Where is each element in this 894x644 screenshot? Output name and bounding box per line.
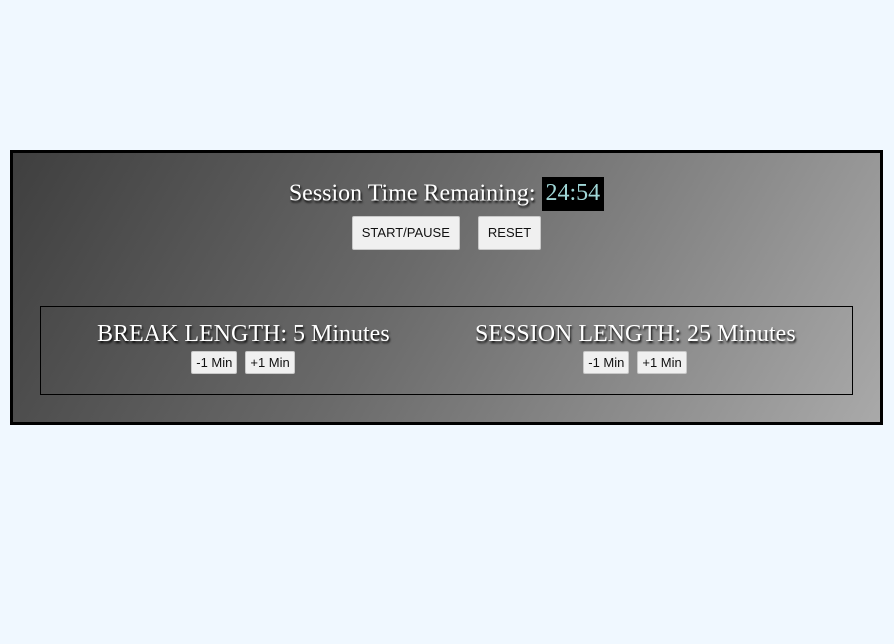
session-length-title: SESSION LENGTH: 25 Minutes <box>475 321 796 347</box>
session-length-buttons: -1 Min +1 Min <box>475 351 795 374</box>
reset-button[interactable]: RESET <box>477 216 542 250</box>
break-decrement-button[interactable]: -1 Min <box>191 351 238 374</box>
break-length-title: BREAK LENGTH: 5 Minutes <box>97 321 390 347</box>
length-settings-box: BREAK LENGTH: 5 Minutes -1 Min +1 Min SE… <box>40 306 853 395</box>
break-length-block: BREAK LENGTH: 5 Minutes -1 Min +1 Min <box>97 321 390 374</box>
timer-controls: START/PAUSE RESET <box>13 216 880 250</box>
pomodoro-timer-panel: Session Time Remaining: 24:54 START/PAUS… <box>10 150 883 425</box>
session-increment-button[interactable]: +1 Min <box>637 351 687 374</box>
session-time-row: Session Time Remaining: 24:54 <box>13 177 880 211</box>
session-time-display: 24:54 <box>541 177 605 211</box>
break-increment-button[interactable]: +1 Min <box>245 351 295 374</box>
session-decrement-button[interactable]: -1 Min <box>583 351 630 374</box>
break-length-buttons: -1 Min +1 Min <box>97 351 389 374</box>
session-time-label: Session Time Remaining: <box>288 180 536 207</box>
session-length-block: SESSION LENGTH: 25 Minutes -1 Min +1 Min <box>475 321 796 374</box>
start-pause-button[interactable]: START/PAUSE <box>351 216 460 250</box>
